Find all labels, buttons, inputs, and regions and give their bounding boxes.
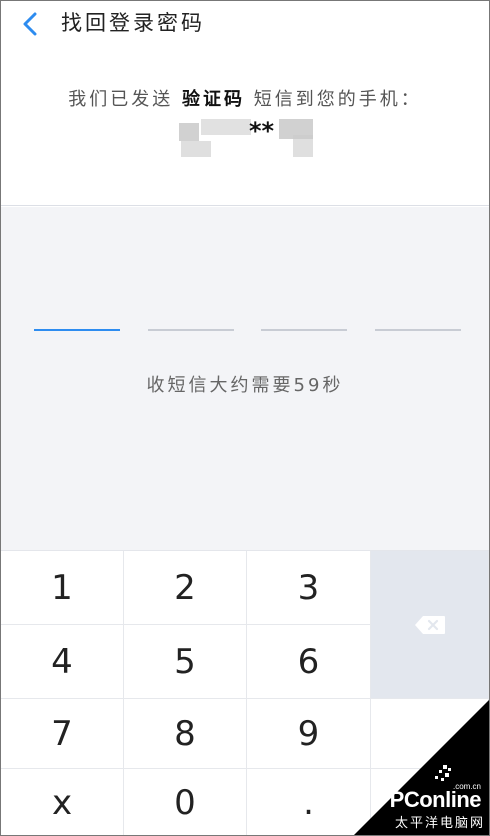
code-slot-1[interactable] — [34, 329, 120, 331]
countdown-hint: 收短信大约需要59秒 — [146, 375, 344, 396]
page-title: 找回登录密码 — [61, 11, 205, 35]
phone-blur-3 — [201, 119, 251, 135]
code-slot-2[interactable] — [148, 329, 234, 331]
code-slot-4[interactable] — [375, 329, 461, 331]
delete-button[interactable] — [371, 551, 489, 699]
key-1[interactable]: 1 — [1, 551, 124, 625]
key-dot[interactable]: . — [247, 769, 371, 835]
key-4[interactable]: 4 — [1, 625, 124, 699]
sent-message: 我们已发送 验证码 短信到您的手机： — [1, 87, 489, 113]
phone-blur-1 — [179, 123, 199, 141]
sent-prefix: 我们已发送 — [68, 89, 174, 110]
backspace-icon — [414, 615, 445, 634]
key-8[interactable]: 8 — [124, 699, 247, 769]
watermark-logo-icon — [435, 765, 451, 781]
watermark-brand: PConline — [389, 787, 482, 812]
key-6[interactable]: 6 — [247, 625, 371, 699]
sent-bold: 验证码 — [182, 89, 245, 110]
phone-stars: ** — [249, 117, 275, 145]
back-button[interactable] — [15, 9, 45, 39]
key-7[interactable]: 7 — [1, 699, 124, 769]
chevron-left-icon — [23, 12, 37, 36]
key-2[interactable]: 2 — [124, 551, 247, 625]
code-slot-3[interactable] — [261, 329, 347, 331]
phone-number: ** — [179, 117, 339, 161]
key-5[interactable]: 5 — [124, 625, 247, 699]
watermark-tagline: 太平洋电脑网 — [394, 816, 485, 831]
phone-blur-5 — [293, 135, 313, 157]
key-3[interactable]: 3 — [247, 551, 371, 625]
key-9[interactable]: 9 — [247, 699, 371, 769]
phone-blur-2 — [181, 141, 211, 157]
header: 找回登录密码 我们已发送 验证码 短信到您的手机： ** — [1, 1, 489, 206]
app-screen: 找回登录密码 我们已发送 验证码 短信到您的手机： ** 收短信大约需要59秒 … — [0, 0, 490, 836]
key-0[interactable]: 0 — [124, 769, 247, 835]
code-entry-area: 收短信大约需要59秒 — [1, 207, 489, 550]
key-x[interactable]: x — [1, 769, 124, 835]
sent-suffix: 短信到您的手机： — [253, 89, 422, 110]
